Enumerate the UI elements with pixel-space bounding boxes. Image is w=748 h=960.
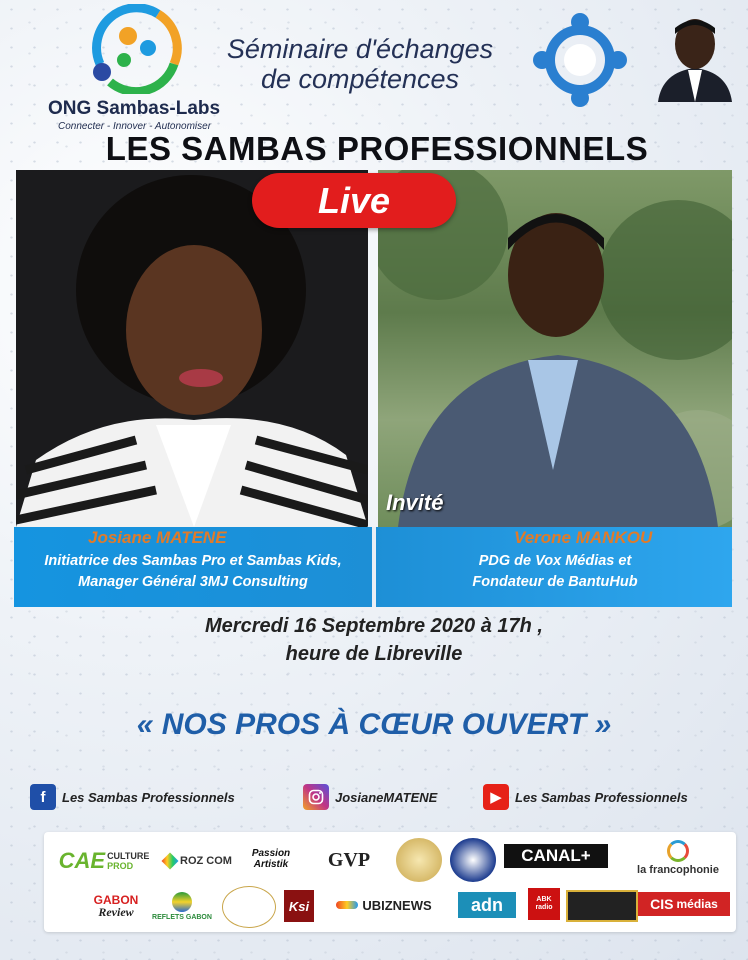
- social-facebook-label: Les Sambas Professionnels: [62, 789, 235, 805]
- sponsor-culture-prod: CULTURE PROD: [107, 851, 149, 871]
- sponsor-reflets-text: REFLETS GABON: [152, 913, 212, 921]
- sponsor-francophonie: la francophonie: [626, 838, 730, 878]
- sponsor-review-text: Review: [98, 905, 134, 919]
- live-badge-label: Live: [317, 179, 391, 221]
- instagram-icon: [303, 784, 329, 810]
- sponsor-gvp: GVP: [327, 848, 371, 871]
- sponsor-francophonie-text: la francophonie: [637, 864, 719, 876]
- invite-label: Invité: [386, 490, 444, 515]
- ubiznews-icon: [336, 901, 359, 909]
- guest-role: PDG de Vox Médias et Fondateur de BantuH…: [378, 551, 732, 593]
- sponsor-seal-gold-icon: [396, 838, 442, 882]
- guest-role-line1: PDG de Vox Médias et: [478, 553, 632, 569]
- host-name: Josiane MATENE: [88, 528, 227, 547]
- reflets-gabon-icon: [172, 891, 192, 912]
- team-circle-icon: [533, 13, 627, 107]
- main-title: LES SAMBAS PROFESSIONNELS: [105, 130, 649, 167]
- sponsor-gabon-review: GABON Review: [88, 886, 144, 926]
- host-role: Initiatrice des Sambas Pro et Sambas Kid…: [14, 551, 372, 593]
- social-youtube[interactable]: ▶ Les Sambas Professionnels: [483, 784, 688, 810]
- guest-name: Verone MANKOU: [514, 528, 653, 547]
- sponsor-circle-gold-icon: [222, 886, 276, 928]
- sponsor-rozcom: ROZ COM: [161, 850, 234, 872]
- sponsor-adn: adn: [458, 892, 516, 918]
- live-badge: Live: [252, 173, 456, 228]
- speaker-portrait-small: [658, 19, 732, 102]
- guest-role-line2: Fondateur de BantuHub: [472, 574, 638, 590]
- seminar-title-line2: de compétences: [260, 64, 460, 94]
- sponsor-cis-medias: CIS médias: [638, 892, 730, 916]
- event-timezone: heure de Libreville: [285, 643, 463, 665]
- sponsor-cae-culture-prod: CAE CULTURE PROD: [54, 846, 154, 876]
- sponsor-radio-dark-icon: [566, 890, 638, 922]
- sponsor-ksi: Ksi: [284, 890, 314, 922]
- sponsor-culture-text: CULTURE: [107, 851, 150, 861]
- sponsor-prod-text: PROD: [107, 861, 134, 871]
- seminar-title-line1: Séminaire d'échanges: [226, 34, 494, 64]
- social-instagram[interactable]: JosianeMATENE: [303, 784, 437, 810]
- ong-logo-icon: [92, 4, 182, 94]
- rozcom-icon: [161, 852, 179, 870]
- sponsor-ubiznews: UBIZNEWS: [326, 894, 442, 916]
- seminar-title: Séminaire d'échanges de compétences: [190, 34, 530, 94]
- sponsor-cae-text: CAE: [58, 848, 106, 873]
- social-instagram-label: JosianeMATENE: [335, 789, 438, 805]
- social-facebook[interactable]: f Les Sambas Professionnels: [30, 784, 235, 810]
- band-divider: [372, 527, 376, 607]
- sponsor-passion-artistik: Passion Artistik: [251, 848, 291, 870]
- slogan: « NOS PROS À CŒUR OUVERT »: [136, 708, 612, 741]
- facebook-icon: f: [30, 784, 56, 810]
- social-youtube-label: Les Sambas Professionnels: [515, 789, 688, 805]
- sponsor-cis-text: CIS: [650, 896, 674, 912]
- sponsor-rozcom-text: ROZ COM: [180, 855, 232, 867]
- org-name: ONG Sambas-Labs: [48, 98, 221, 119]
- event-datetime: Mercredi 16 Septembre 2020 à 17h , heure…: [0, 612, 748, 668]
- host-role-line1: Initiatrice des Sambas Pro et Sambas Kid…: [44, 553, 342, 569]
- sponsor-ubiznews-text: UBIZNEWS: [362, 897, 432, 913]
- event-date: Mercredi 16 Septembre 2020 à 17h ,: [205, 615, 543, 637]
- sponsor-reflets-gabon: REFLETS GABON: [150, 886, 214, 926]
- sponsor-abk-radio: ABK radio: [528, 888, 560, 920]
- host-role-line2: Manager Général 3MJ Consulting: [78, 574, 308, 590]
- sponsor-seal-embassy-icon: [450, 838, 496, 882]
- francophonie-icon: [667, 840, 689, 862]
- sponsors-panel: CAE CULTURE PROD ROZ COM Passion Artisti…: [44, 832, 736, 932]
- youtube-icon: ▶: [483, 784, 509, 810]
- sponsor-medias-text: médias: [676, 897, 718, 911]
- sponsor-canal-plus: CANAL+: [504, 844, 608, 868]
